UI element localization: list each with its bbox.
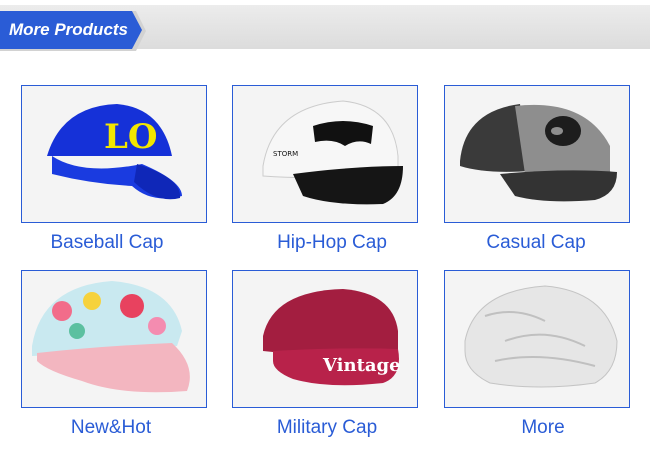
section-header-tab: More Products: [0, 11, 152, 51]
svg-text:LO: LO: [104, 117, 158, 157]
gray-trucker-cap-image: [445, 86, 629, 222]
product-card-hip-hop-cap[interactable]: STORM: [232, 85, 418, 223]
product-label-new-hot[interactable]: New&Hot: [6, 417, 216, 439]
white-snapback-cap-image: STORM: [233, 86, 417, 222]
product-card-baseball-cap[interactable]: LO: [21, 85, 207, 223]
product-label-more[interactable]: More: [438, 417, 648, 439]
section-title: More Products: [9, 20, 129, 39]
product-label-military-cap[interactable]: Military Cap: [222, 417, 432, 439]
blue-baseball-cap-image: LO: [22, 86, 206, 222]
floral-pink-cap-image: [22, 271, 206, 407]
svg-text:STORM: STORM: [273, 150, 298, 158]
product-card-military-cap[interactable]: Vintage: [232, 270, 418, 408]
svg-text:Vintage: Vintage: [322, 355, 401, 376]
product-label-baseball-cap[interactable]: Baseball Cap: [2, 232, 212, 254]
product-card-more[interactable]: [444, 270, 630, 408]
product-card-casual-cap[interactable]: [444, 85, 630, 223]
white-flat-cap-image: [445, 271, 629, 407]
red-military-cap-image: Vintage: [233, 271, 417, 407]
product-label-casual-cap[interactable]: Casual Cap: [431, 232, 641, 254]
product-card-new-hot[interactable]: [21, 270, 207, 408]
product-label-hip-hop-cap[interactable]: Hip-Hop Cap: [227, 232, 437, 254]
